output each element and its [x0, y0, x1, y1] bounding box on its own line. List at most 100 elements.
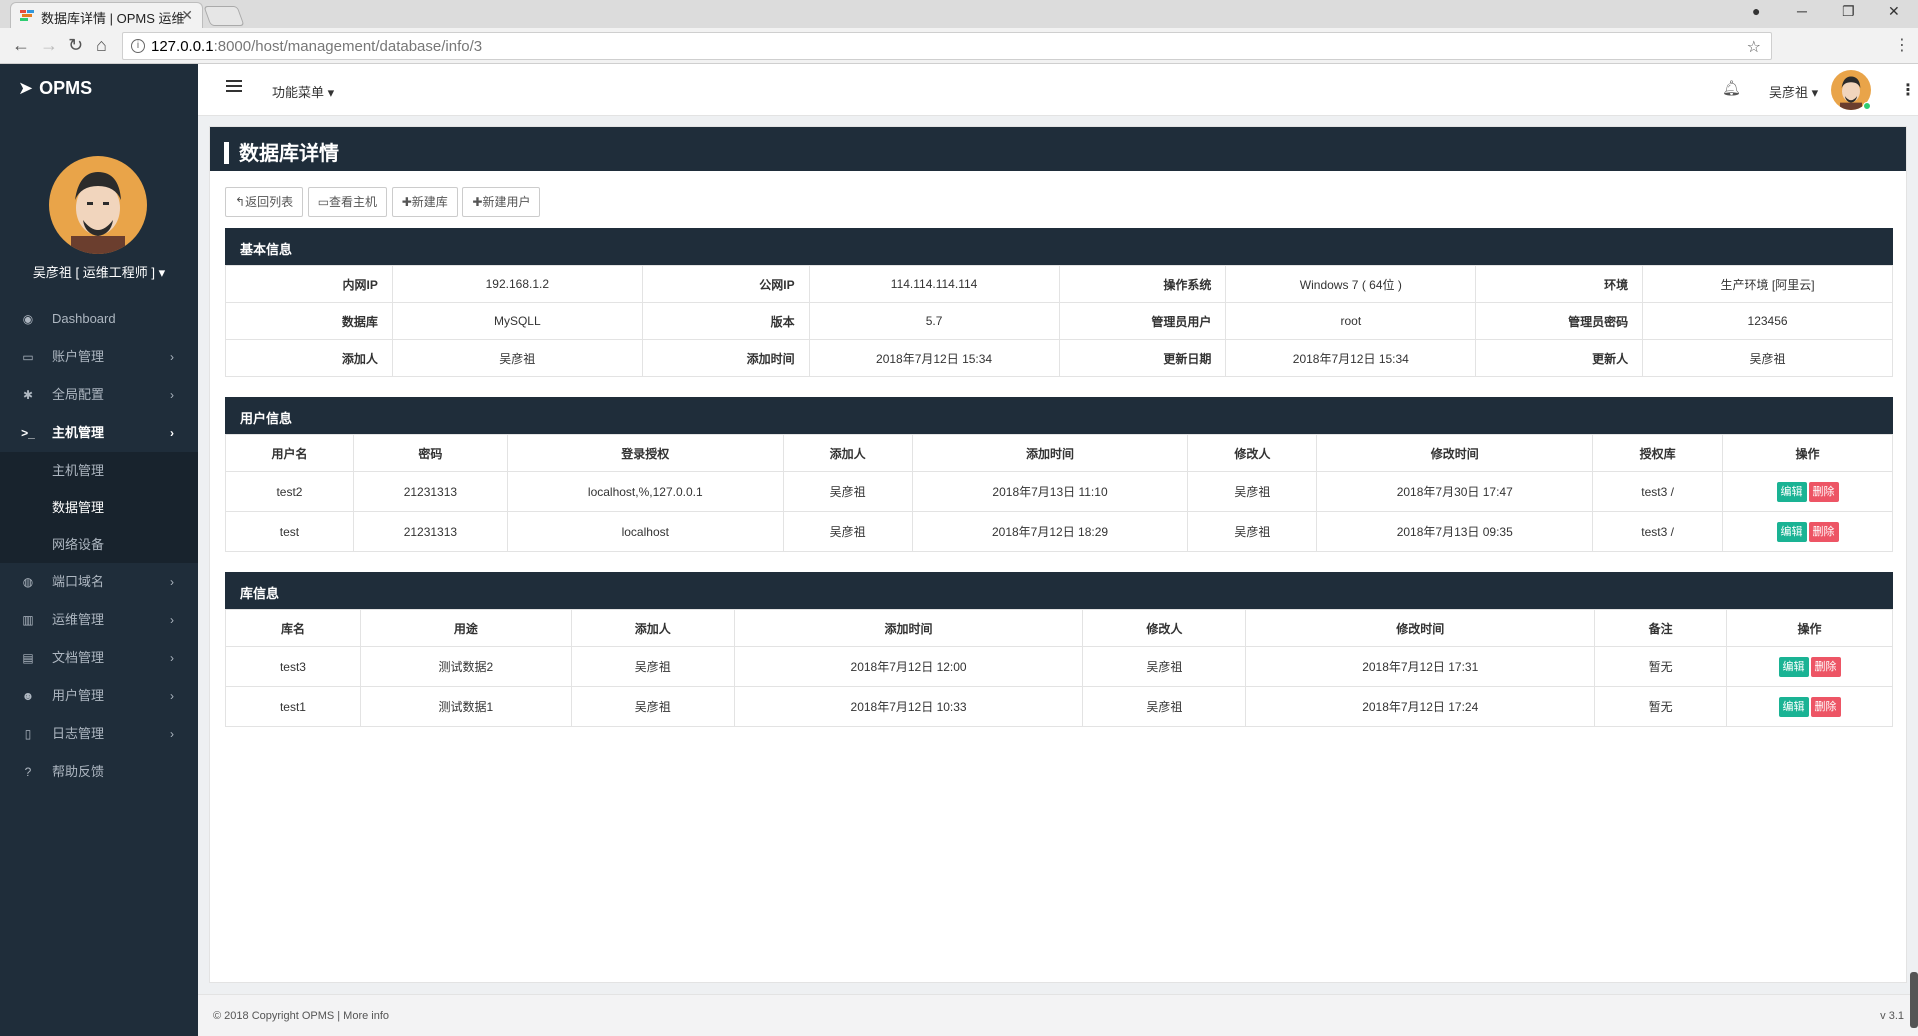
cell: test3 [225, 646, 361, 687]
database-table: 库名 用途 添加人 添加时间 修改人 修改时间 备注 操作 test3 测试数据… [225, 609, 1893, 727]
sidebar-user[interactable]: 吴彦祖 [ 运维工程师 ] ▾ [0, 262, 198, 281]
section-heading: 基本信息 [225, 228, 1893, 265]
menu-toggle-icon[interactable] [226, 80, 242, 95]
sidebar-item-accounts[interactable]: ▭ 账户管理 › [0, 338, 198, 376]
minimize-icon[interactable]: ─ [1797, 3, 1807, 19]
table-row: 数据库 MySQLL 版本 5.7 管理员用户 root 管理员密码 123456 [225, 302, 1893, 340]
bookmark-star-icon[interactable]: ☆ [1747, 37, 1761, 57]
footer: © 2018 Copyright OPMS | More info v 3.1 [198, 994, 1918, 1036]
sidebar-item-label: 端口域名 [52, 574, 105, 589]
column-header: 授权库 [1592, 434, 1724, 472]
delete-button[interactable]: 删除 [1808, 481, 1839, 502]
page-title-text: 数据库详情 [239, 143, 339, 165]
sidebar-subitem-host-mgmt[interactable]: 主机管理 [0, 452, 198, 489]
restore-icon[interactable]: ❐ [1842, 3, 1855, 20]
caret-down-icon: ▾ [327, 85, 335, 100]
column-header: 密码 [352, 434, 508, 472]
sidebar-subitem-network[interactable]: 网络设备 [0, 526, 198, 563]
field-value: 2018年7月12日 15:34 [808, 339, 1060, 377]
cell: 测试数据1 [359, 686, 572, 727]
table-row: test3 测试数据2 吴彦祖 2018年7月12日 12:00 吴彦祖 201… [225, 646, 1893, 687]
more-options-icon[interactable]: ⋮ [1900, 80, 1916, 100]
content-panel: 数据库详情 ↰返回列表 ▭查看主机 ✚新建库 ✚新建用户 基本信息 内网IP 19… [209, 126, 1907, 983]
field-label: 内网IP [225, 265, 393, 303]
function-menu[interactable]: 功能菜单 ▾ [272, 82, 334, 101]
cell: test1 [225, 686, 361, 727]
sidebar-item-label: 主机管理 [52, 425, 105, 440]
new-tab-button[interactable] [203, 6, 245, 26]
online-status-dot [1863, 102, 1871, 110]
cell: 测试数据2 [359, 646, 572, 687]
basic-info-table: 内网IP 192.168.1.2 公网IP 114.114.114.114 操作系统… [225, 265, 1893, 377]
info-icon[interactable]: i [131, 39, 145, 53]
field-label: 版本 [641, 302, 810, 340]
edit-button[interactable]: 编辑 [1776, 521, 1807, 542]
cell: 吴彦祖 [1187, 471, 1318, 512]
users-icon: ☻ [21, 689, 35, 703]
close-icon[interactable]: ✕ [181, 7, 193, 24]
chevron-right-icon: › [170, 426, 174, 440]
sidebar-item-hosts[interactable]: >_ 主机管理 › [0, 414, 198, 452]
sidebar-item-logs[interactable]: ▯ 日志管理 › [0, 715, 198, 753]
view-host-button[interactable]: ▭查看主机 [307, 187, 388, 217]
bell-icon[interactable]: 🔔︎ [1722, 79, 1741, 97]
edit-button[interactable]: 编辑 [1778, 696, 1809, 717]
sidebar-subitem-data-mgmt[interactable]: 数据管理 [0, 489, 198, 526]
logo-text: OPMS [39, 78, 93, 98]
scrollbar[interactable] [1910, 972, 1918, 1028]
app-logo[interactable]: ➤ OPMS [0, 64, 198, 114]
new-database-button[interactable]: ✚新建库 [391, 187, 458, 217]
account-icon[interactable]: ● [1752, 3, 1760, 19]
new-user-button[interactable]: ✚新建用户 [462, 187, 541, 217]
field-label: 添加时间 [641, 339, 810, 377]
sidebar-item-help[interactable]: ? 帮助反馈 [0, 753, 198, 791]
button-label: 返回列表 [245, 195, 294, 209]
back-to-list-button[interactable]: ↰返回列表 [225, 187, 304, 217]
field-label: 操作系统 [1058, 265, 1227, 303]
window-close-icon[interactable]: ✕ [1888, 3, 1900, 20]
url-input[interactable]: i 127.0.0.1:8000/host/management/databas… [122, 32, 1772, 60]
cell: 2018年7月12日 12:00 [733, 646, 1084, 687]
browser-tab[interactable]: 数据库详情 | OPMS 运维 ✕ [10, 2, 203, 28]
sidebar-item-dashboard[interactable]: ◉ Dashboard [0, 300, 198, 338]
field-label: 更新人 [1475, 339, 1644, 377]
forward-icon[interactable]: → [40, 35, 58, 56]
sidebar-item-label: 全局配置 [52, 387, 105, 402]
favicon-icon [20, 10, 34, 21]
sidebar-item-global-config[interactable]: ✱ 全局配置 › [0, 376, 198, 414]
sidebar-item-ops[interactable]: ▥ 运维管理 › [0, 601, 198, 639]
column-header: 添加人 [570, 609, 735, 647]
version-text: v 3.1 [1880, 1010, 1904, 1022]
desktop-icon: ▭ [317, 195, 330, 209]
terminal-icon: >_ [21, 426, 35, 440]
table-header-row: 库名 用途 添加人 添加时间 修改人 修改时间 备注 操作 [225, 609, 1893, 647]
edit-button[interactable]: 编辑 [1776, 481, 1807, 502]
sidebar-item-docs[interactable]: ▤ 文档管理 › [0, 639, 198, 677]
file-icon: ▯ [24, 727, 32, 741]
home-icon[interactable]: ⌂ [96, 35, 107, 56]
monitor-icon: ▭ [22, 350, 34, 364]
field-value: 吴彦祖 [1642, 339, 1893, 377]
delete-button[interactable]: 删除 [1808, 521, 1839, 542]
actions-cell: 编辑 删除 [1722, 511, 1893, 552]
tab-title: 数据库详情 | OPMS 运维 [41, 11, 185, 26]
user-dropdown[interactable]: 吴彦祖 ▾ [1769, 82, 1818, 101]
chevron-right-icon: › [170, 388, 174, 402]
edit-button[interactable]: 编辑 [1778, 656, 1809, 677]
caret-down-icon: ▾ [1811, 85, 1819, 100]
sidebar: ➤ OPMS 吴彦祖 [ 运维工程师 ] ▾ ◉ Dashboard ▭ 账户管理… [0, 64, 198, 1036]
sidebar-item-domains[interactable]: ◍ 端口域名 › [0, 563, 198, 601]
reload-icon[interactable]: ↻ [68, 35, 83, 56]
delete-button[interactable]: 删除 [1810, 656, 1841, 677]
chevron-right-icon: › [170, 651, 174, 665]
actions-cell: 编辑 删除 [1722, 471, 1893, 512]
field-value: 114.114.114.114 [808, 265, 1060, 303]
sidebar-item-users[interactable]: ☻ 用户管理 › [0, 677, 198, 715]
delete-button[interactable]: 删除 [1810, 696, 1841, 717]
cell: 2018年7月30日 17:47 [1316, 471, 1594, 512]
back-icon[interactable]: ← [12, 35, 30, 56]
actions-cell: 编辑 删除 [1726, 686, 1893, 727]
browser-menu-icon[interactable]: ⋮ [1894, 35, 1910, 55]
address-bar: ← → ↻ ⌂ i 127.0.0.1:8000/host/management… [0, 28, 1918, 64]
field-value: MySQLL [391, 302, 643, 340]
